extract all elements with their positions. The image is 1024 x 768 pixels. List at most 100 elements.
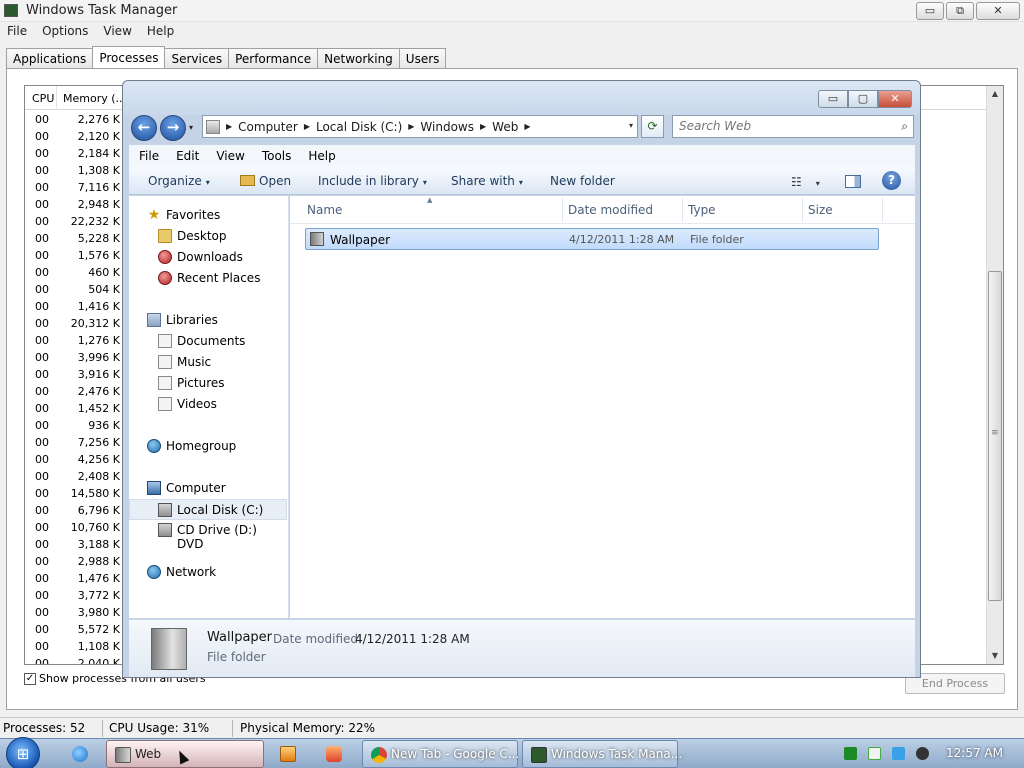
preview-pane-icon[interactable] bbox=[845, 175, 861, 188]
nav-item-downloads[interactable]: Downloads bbox=[129, 247, 287, 268]
start-button[interactable]: ⊞ bbox=[6, 737, 40, 768]
taskbar-media-player-pin[interactable] bbox=[268, 740, 308, 768]
tm-menu-view[interactable]: View bbox=[96, 22, 139, 42]
tm-menu-help[interactable]: Help bbox=[140, 22, 182, 42]
tab-processes[interactable]: Processes bbox=[92, 46, 166, 69]
explorer-folder-icon bbox=[115, 747, 131, 763]
ex-menu-file[interactable]: File bbox=[129, 145, 166, 167]
nav-item-cd-drive[interactable]: CD Drive (D:) DVD bbox=[129, 520, 287, 551]
task-manager-title-bar[interactable]: Windows Task Manager ▭ ⧉ ✕ bbox=[0, 0, 1024, 22]
ex-menu-tools[interactable]: Tools bbox=[252, 145, 299, 167]
recent-pages-dropdown-icon[interactable]: ▾ bbox=[189, 123, 193, 132]
refresh-button[interactable]: ⟳ bbox=[641, 115, 664, 138]
taskbar-button-task-manager[interactable]: Windows Task Mana... bbox=[522, 740, 682, 768]
folder-icon bbox=[310, 232, 324, 246]
nav-item-favorites[interactable]: ★ Favorites bbox=[129, 205, 287, 226]
forward-button[interactable]: → bbox=[160, 115, 186, 141]
address-dropdown-icon[interactable]: ▾ bbox=[629, 121, 633, 130]
tab-services[interactable]: Services bbox=[164, 48, 230, 69]
tm-menu-file[interactable]: File bbox=[0, 22, 35, 42]
column-header-cpu[interactable]: CPU bbox=[32, 92, 54, 105]
process-memory: 7,256 K bbox=[77, 436, 120, 449]
nav-item-network[interactable]: Network bbox=[129, 562, 287, 583]
column-header-type[interactable]: Type bbox=[688, 203, 716, 217]
nav-item-pictures[interactable]: Pictures bbox=[129, 373, 287, 394]
ex-menu-edit[interactable]: Edit bbox=[166, 145, 206, 167]
tm-menu-options[interactable]: Options bbox=[35, 22, 96, 42]
breadcrumb-local-disk[interactable]: Local Disk (C:) bbox=[316, 120, 402, 134]
tab-users[interactable]: Users bbox=[398, 48, 447, 69]
breadcrumb-chevron-icon[interactable]: ▶ bbox=[524, 122, 530, 131]
file-list[interactable]: ▲ Name Date modified Type Size Wallpaper… bbox=[290, 196, 915, 618]
nav-item-recent-places[interactable]: Recent Places bbox=[129, 268, 287, 289]
nav-item-libraries[interactable]: Libraries bbox=[129, 310, 287, 331]
column-header-memory[interactable]: Memory (... bbox=[63, 92, 126, 105]
tray-app-icon[interactable] bbox=[844, 747, 857, 760]
nav-item-desktop[interactable]: Desktop bbox=[129, 226, 287, 247]
action-center-icon[interactable] bbox=[868, 747, 881, 760]
scroll-down-arrow-icon[interactable]: ▼ bbox=[987, 648, 1003, 664]
process-cpu: 00 bbox=[35, 351, 49, 364]
ex-menu-view[interactable]: View bbox=[206, 145, 251, 167]
open-button[interactable]: Open bbox=[240, 174, 291, 188]
tab-networking[interactable]: Networking bbox=[317, 48, 400, 69]
share-with-label: Share with bbox=[451, 174, 515, 188]
ex-menu-help[interactable]: Help bbox=[298, 145, 342, 167]
explorer-close-button[interactable]: ✕ bbox=[878, 90, 912, 108]
explorer-title-bar[interactable]: ▭ ▢ ✕ bbox=[123, 81, 920, 115]
explorer-minimize-button[interactable]: ▭ bbox=[818, 90, 848, 108]
search-input[interactable] bbox=[679, 119, 889, 133]
taskbar-ie-pin[interactable] bbox=[60, 740, 100, 768]
scroll-up-arrow-icon[interactable]: ▲ bbox=[987, 86, 1003, 102]
breadcrumb-windows[interactable]: Windows bbox=[420, 120, 474, 134]
taskbar-clock[interactable]: 12:57 AM bbox=[946, 746, 1003, 760]
new-folder-button[interactable]: New folder bbox=[550, 174, 615, 188]
breadcrumb-chevron-icon[interactable]: ▶ bbox=[304, 122, 310, 131]
organize-button[interactable]: Organize ▾ bbox=[148, 174, 210, 188]
task-manager-minimize-button[interactable]: ▭ bbox=[916, 2, 944, 20]
nav-item-documents[interactable]: Documents bbox=[129, 331, 287, 352]
taskbar-app-pin[interactable] bbox=[314, 740, 354, 768]
breadcrumb-computer[interactable]: Computer bbox=[238, 120, 298, 134]
change-view-button[interactable]: ☷ ▾ bbox=[791, 175, 820, 189]
nav-item-music[interactable]: Music bbox=[129, 352, 287, 373]
explorer-maximize-button[interactable]: ▢ bbox=[848, 90, 878, 108]
nav-item-videos[interactable]: Videos bbox=[129, 394, 287, 415]
network-status-icon[interactable] bbox=[892, 747, 905, 760]
column-header-date-modified[interactable]: Date modified bbox=[568, 203, 653, 217]
include-in-library-button[interactable]: Include in library ▾ bbox=[318, 174, 427, 188]
task-manager-restore-button[interactable]: ⧉ bbox=[946, 2, 974, 20]
help-icon[interactable]: ? bbox=[882, 171, 901, 190]
search-box[interactable]: ⌕ bbox=[672, 115, 914, 138]
nav-item-homegroup[interactable]: Homegroup bbox=[129, 436, 287, 457]
videos-icon bbox=[158, 397, 172, 411]
dvd-drive-icon bbox=[158, 523, 172, 537]
process-cpu: 00 bbox=[35, 147, 49, 160]
task-manager-close-button[interactable]: ✕ bbox=[976, 2, 1020, 20]
column-header-size[interactable]: Size bbox=[808, 203, 833, 217]
file-row-wallpaper[interactable]: Wallpaper 4/12/2011 1:28 AM File folder bbox=[305, 228, 879, 250]
chevron-down-icon: ▾ bbox=[205, 178, 210, 187]
process-memory: 14,580 K bbox=[70, 487, 120, 500]
process-list-scrollbar[interactable]: ▲ ≡ ▼ bbox=[986, 86, 1003, 664]
breadcrumb-chevron-icon[interactable]: ▶ bbox=[480, 122, 486, 131]
nav-item-local-disk[interactable]: Local Disk (C:) bbox=[129, 499, 287, 520]
address-bar[interactable]: ▶ Computer ▶ Local Disk (C:) ▶ Windows ▶… bbox=[202, 115, 638, 138]
navigation-pane: ★ Favorites Desktop Downloads Recent Pla… bbox=[129, 196, 289, 618]
column-header-name[interactable]: Name bbox=[307, 203, 342, 217]
nav-item-computer[interactable]: Computer bbox=[129, 478, 287, 499]
breadcrumb-web[interactable]: Web bbox=[492, 120, 518, 134]
search-icon[interactable]: ⌕ bbox=[901, 119, 908, 134]
breadcrumb-chevron-icon[interactable]: ▶ bbox=[408, 122, 414, 131]
chrome-icon bbox=[371, 747, 387, 763]
process-cpu: 00 bbox=[35, 572, 49, 585]
app-icon bbox=[326, 746, 342, 762]
volume-icon[interactable] bbox=[916, 747, 929, 760]
checkbox-check-icon[interactable]: ✓ bbox=[24, 672, 36, 685]
share-with-button[interactable]: Share with ▾ bbox=[451, 174, 523, 188]
breadcrumb-chevron-icon[interactable]: ▶ bbox=[226, 122, 232, 131]
tab-performance[interactable]: Performance bbox=[228, 48, 319, 69]
taskbar-button-chrome[interactable]: New Tab - Google C... bbox=[362, 740, 519, 768]
back-button[interactable]: ← bbox=[131, 115, 157, 141]
tab-applications[interactable]: Applications bbox=[6, 48, 94, 69]
